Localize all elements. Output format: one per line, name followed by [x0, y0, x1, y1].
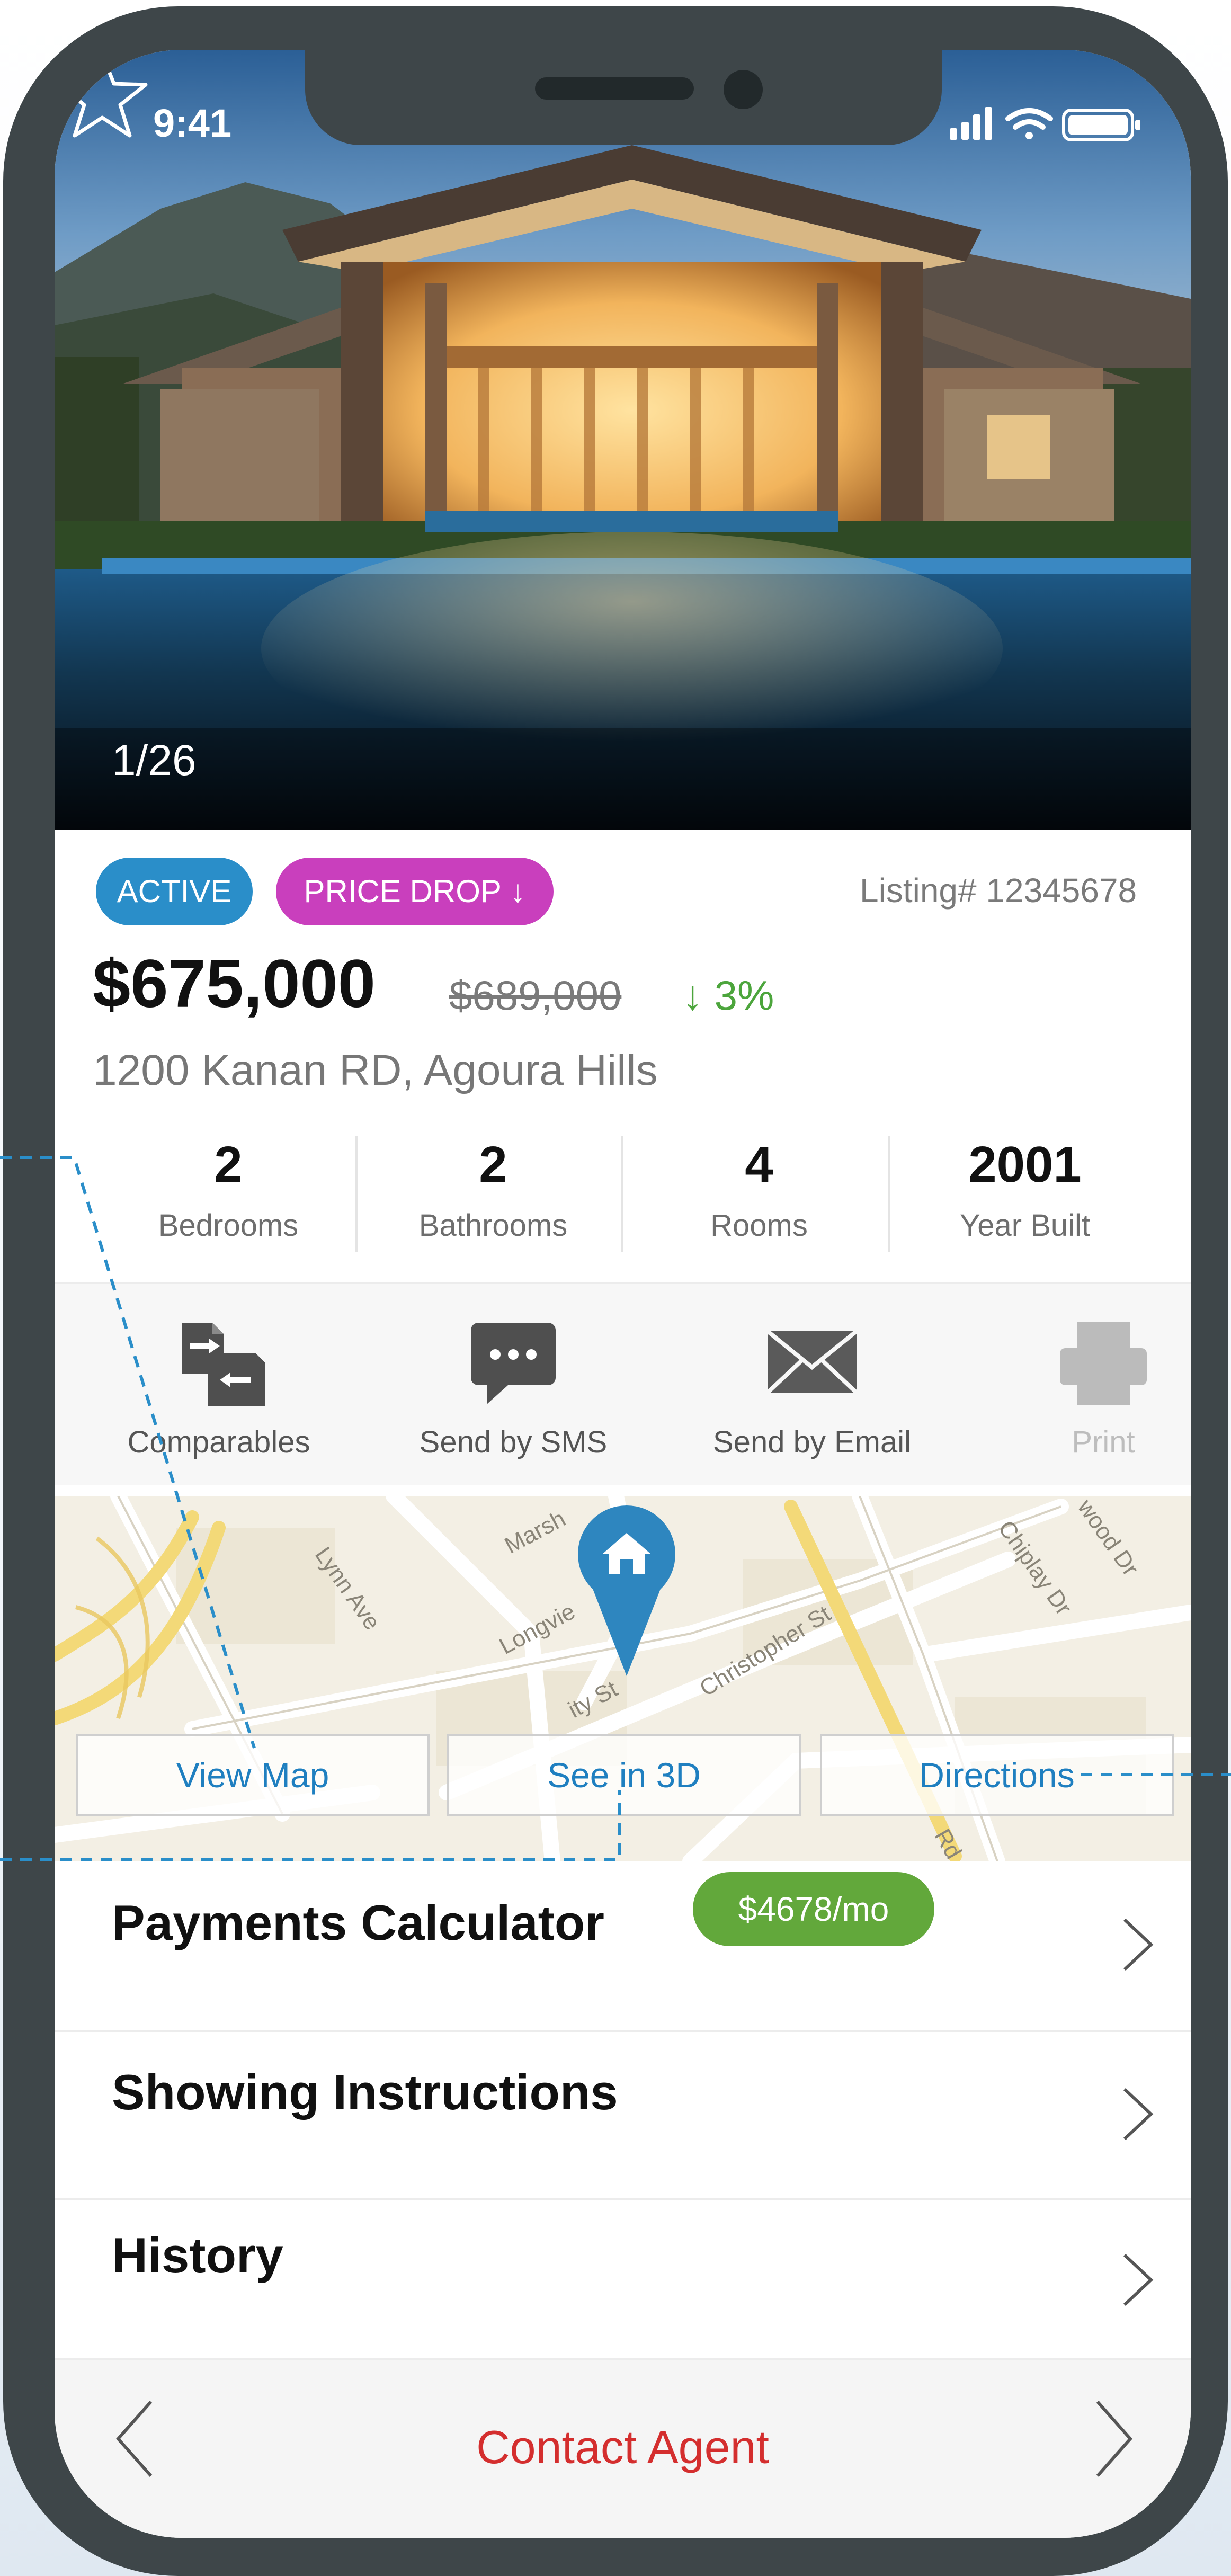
previous-price: $689,000 — [449, 972, 622, 1019]
stat-bedrooms: 2 Bedrooms — [96, 1136, 361, 1243]
action-label: Send by SMS — [419, 1425, 608, 1459]
stat-label: Bathrooms — [418, 1208, 568, 1243]
chevron-right-icon — [1123, 2253, 1154, 2306]
divider — [888, 1136, 890, 1252]
chevron-right-icon — [1123, 1918, 1154, 1971]
status-badge-price-drop: PRICE DROP ↓ — [276, 858, 554, 925]
directions-button[interactable]: Directions — [820, 1734, 1174, 1816]
contact-agent-button[interactable]: Contact Agent — [55, 2420, 1191, 2474]
battery-icon — [1062, 109, 1140, 141]
print-icon — [1060, 1322, 1147, 1405]
compare-icon — [182, 1323, 265, 1406]
property-photo[interactable]: 1/26 — [55, 50, 1191, 830]
row-title: Showing Instructions — [112, 2064, 618, 2120]
speaker — [535, 77, 694, 100]
status-badge-active: ACTIVE — [96, 858, 253, 925]
divider — [55, 1282, 1191, 1284]
favorite-star-icon[interactable] — [55, 50, 150, 140]
send-email-button[interactable]: Send by Email — [674, 1318, 950, 1460]
stat-label: Year Built — [959, 1208, 1091, 1243]
phone-frame: 1/26 9:41 ACTIVE PRICE DROP ↓ Listing# 1… — [3, 6, 1228, 2576]
monthly-payment-badge: $4678/mo — [693, 1872, 934, 1946]
current-price: $675,000 — [93, 946, 376, 1022]
notch — [305, 50, 942, 145]
status-time: 9:41 — [153, 101, 232, 145]
price-change: ↓ 3% — [682, 972, 774, 1019]
payments-calculator-row[interactable]: Payments Calculator — [55, 1861, 1191, 2030]
comparables-button[interactable]: Comparables — [81, 1318, 356, 1460]
action-label: Send by Email — [713, 1425, 911, 1459]
stat-label: Bedrooms — [158, 1208, 299, 1243]
stat-bathrooms: 2 Bathrooms — [361, 1136, 626, 1243]
send-sms-button[interactable]: Send by SMS — [376, 1318, 651, 1460]
listing-number: Listing# 12345678 — [860, 871, 1137, 910]
house-photo-illustration — [55, 50, 1191, 830]
action-label: Print — [1072, 1425, 1135, 1459]
status-icons — [950, 103, 1146, 148]
action-label: Comparables — [127, 1425, 310, 1459]
cellular-signal-icon — [950, 107, 992, 140]
row-title: Payments Calculator — [112, 1895, 604, 1950]
divider — [355, 1136, 358, 1252]
see-in-3d-button[interactable]: See in 3D — [447, 1734, 801, 1816]
stat-label: Rooms — [710, 1208, 808, 1243]
wifi-icon — [1005, 108, 1053, 139]
email-icon — [766, 1329, 858, 1394]
sms-icon — [471, 1323, 556, 1404]
stat-value: 4 — [745, 1136, 773, 1193]
stat-value: 2 — [214, 1136, 243, 1193]
stat-rooms: 4 Rooms — [627, 1136, 891, 1243]
front-camera — [724, 70, 763, 109]
divider — [621, 1136, 623, 1252]
showing-instructions-row[interactable]: Showing Instructions — [55, 2032, 1191, 2200]
stat-value: 2 — [479, 1136, 507, 1193]
photo-counter: 1/26 — [112, 736, 197, 785]
stat-value: 2001 — [968, 1136, 1082, 1193]
property-address: 1200 Kanan RD, Agoura Hills — [93, 1046, 658, 1094]
app-screen: 1/26 9:41 ACTIVE PRICE DROP ↓ Listing# 1… — [55, 50, 1191, 2538]
chevron-right-icon — [1123, 2088, 1154, 2141]
history-row[interactable]: History — [55, 2200, 1191, 2369]
next-arrow-icon[interactable] — [1090, 2396, 1138, 2481]
print-button[interactable]: Print — [1024, 1318, 1183, 1460]
row-title: History — [112, 2227, 283, 2283]
view-map-button[interactable]: View Map — [76, 1734, 430, 1816]
stat-year-built: 2001 Year Built — [893, 1136, 1157, 1243]
divider — [55, 2358, 1191, 2360]
